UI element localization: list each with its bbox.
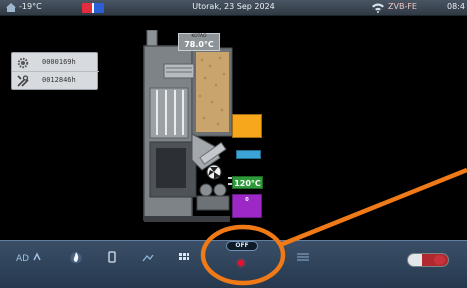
on-off-toggle[interactable] [407, 253, 449, 267]
menu-icon [297, 253, 309, 261]
trend-button[interactable] [142, 250, 154, 264]
auto-mode-button[interactable]: AD [16, 250, 44, 264]
menu-button[interactable] [296, 250, 310, 264]
svg-text:AD: AD [16, 254, 29, 264]
boiler-status-label: OFF [226, 241, 258, 251]
grid-icon [179, 253, 189, 260]
service-hours-row: 0012846h [12, 72, 99, 90]
boiler-temperature-value: 78.0°C [184, 40, 214, 49]
return-temperature-tag[interactable]: 120°C [232, 176, 263, 189]
chart-icon [142, 254, 154, 262]
operating-hours-value: 0000169h [42, 58, 76, 66]
flame-icon [70, 252, 82, 264]
boiler-temperature-display[interactable]: KOTAO 78.0°C [178, 33, 220, 51]
pump-status-tag[interactable] [236, 150, 261, 159]
device-name: ZVB-FE [388, 2, 417, 11]
gear-icon [17, 57, 29, 69]
hopper-status-tag[interactable] [232, 114, 262, 138]
remote-button[interactable] [108, 250, 116, 264]
counters-panel: 0000169h 0012846h [11, 52, 99, 90]
status-bar: -19°C Utorak, 23 Sep 2024 ZVB-FE 08:4 [0, 0, 467, 16]
wifi-icon [372, 3, 384, 13]
clock: 08:4 [447, 2, 465, 11]
power-button[interactable] [238, 260, 244, 266]
annotation-arrow [279, 167, 467, 248]
auto-icon: AD [16, 252, 41, 264]
tools-icon [17, 75, 29, 87]
operating-hours-row: 0000169h [12, 54, 99, 72]
oxygen-tag[interactable]: 0 [232, 194, 262, 218]
phone-icon [108, 251, 116, 263]
heating-mode-button[interactable] [70, 250, 82, 264]
service-hours-value: 0012846h [42, 76, 76, 84]
overview-button[interactable] [178, 250, 190, 264]
